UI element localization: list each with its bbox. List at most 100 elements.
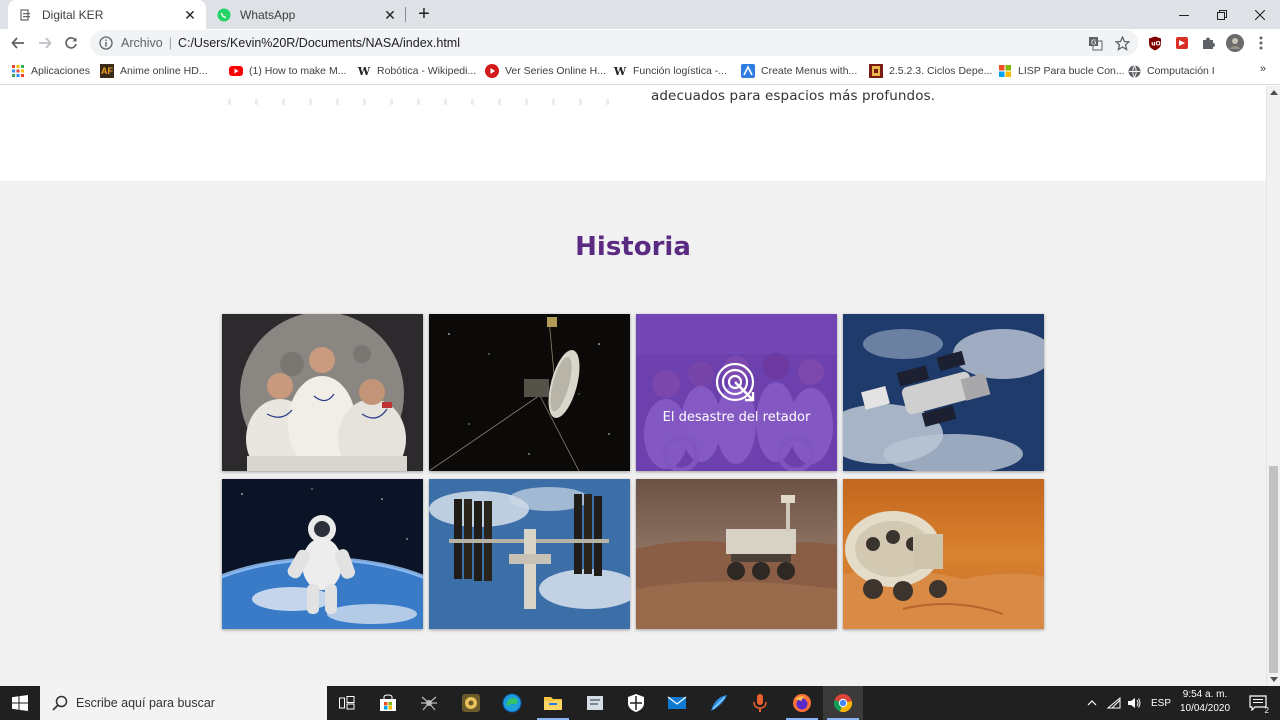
gallery-tile-spacewalk[interactable] xyxy=(222,479,423,629)
close-tab-icon[interactable]: ✕ xyxy=(182,7,198,23)
taskbar-app-game[interactable] xyxy=(451,686,491,720)
history-gallery: El desastre del retador xyxy=(222,314,1044,632)
tab-whatsapp[interactable]: WhatsApp ✕ xyxy=(206,0,406,29)
gallery-tile-hubble[interactable] xyxy=(843,314,1044,471)
youtube-icon xyxy=(229,64,243,78)
apollo-crew-image xyxy=(222,314,423,471)
red-extension-icon[interactable] xyxy=(1174,35,1190,51)
taskbar-file-explorer[interactable] xyxy=(533,686,573,720)
tab-title: WhatsApp xyxy=(240,7,296,22)
bookmark-youtube[interactable]: (1) How to make M... xyxy=(229,62,346,80)
tile-caption: El desastre del retador xyxy=(662,410,811,425)
taskbar-clock[interactable]: 9:54 a. m. 10/04/2020 xyxy=(1174,688,1236,716)
space-station-image xyxy=(429,479,630,629)
taskbar-defender[interactable] xyxy=(616,686,656,720)
gallery-tile-voyager[interactable] xyxy=(429,314,630,471)
about-paragraph-text: adecuados para espacios más profundos. xyxy=(651,88,936,104)
minimize-button[interactable] xyxy=(1165,0,1203,29)
gallery-tile-space-station[interactable] xyxy=(429,479,630,629)
page-scrollbar[interactable] xyxy=(1266,86,1280,686)
tab-title: Digital KER xyxy=(42,7,104,22)
extensions-puzzle-icon[interactable] xyxy=(1200,35,1216,51)
address-bar[interactable]: Archivo | C:/Users/Kevin%20R/Documents/N… xyxy=(90,30,1138,56)
globe-icon xyxy=(1127,64,1141,78)
url-scheme-label: Archivo xyxy=(121,36,163,50)
taskbar-edge[interactable] xyxy=(492,686,532,720)
taskbar-app-blue[interactable] xyxy=(699,686,739,720)
section-title-historia: Historia xyxy=(575,232,691,262)
gallery-tile-apollo-crew[interactable] xyxy=(222,314,423,471)
document-icon xyxy=(18,7,34,23)
reload-button[interactable] xyxy=(61,33,81,53)
anime-icon: AF xyxy=(100,64,114,78)
scroll-down-arrow-icon[interactable] xyxy=(1270,677,1278,682)
tab-separator xyxy=(405,7,406,22)
bookmark-aplicaciones[interactable]: Aplicaciones xyxy=(11,62,90,80)
windows-start-icon xyxy=(12,695,28,711)
menu-kebab-icon[interactable] xyxy=(1253,35,1269,51)
windows-taskbar: Escribe aquí para buscar ESP 9:54 a. m. … xyxy=(0,686,1280,720)
forward-button[interactable] xyxy=(35,33,55,53)
bookmark-label: Robótica - Wikipedi... xyxy=(377,65,477,77)
clock-date: 10/04/2020 xyxy=(1179,703,1231,714)
info-icon[interactable] xyxy=(99,36,113,50)
bookmark-ciclos[interactable]: 2.5.2.3. Ciclos Depe... xyxy=(869,62,992,80)
spider-icon xyxy=(421,696,437,711)
bookmark-label: Anime online HD... xyxy=(120,65,208,77)
taskbar-chrome[interactable] xyxy=(823,686,863,720)
gallery-tile-challenger[interactable]: El desastre del retador xyxy=(636,314,837,471)
bookmark-star-icon[interactable] xyxy=(1114,35,1130,51)
gallery-tile-mars-rover[interactable] xyxy=(636,479,837,629)
whatsapp-icon xyxy=(216,7,232,23)
close-tab-icon[interactable]: ✕ xyxy=(382,7,398,23)
volume-icon[interactable] xyxy=(1127,697,1141,709)
game-icon xyxy=(462,694,480,712)
language-indicator[interactable]: ESP xyxy=(1151,698,1171,709)
translate-icon[interactable]: G xyxy=(1087,35,1103,51)
taskbar-search-box[interactable]: Escribe aquí para buscar xyxy=(40,686,327,720)
tab-digital-ker[interactable]: Digital KER ✕ xyxy=(8,0,206,29)
bookmark-series[interactable]: Ver Series Online H... xyxy=(485,62,606,80)
url-text[interactable]: C:/Users/Kevin%20R/Documents/NASA/index.… xyxy=(178,36,460,50)
bookmark-lisp[interactable]: LISP Para bucle Con... xyxy=(998,62,1125,80)
bookmark-anime[interactable]: AF Anime online HD... xyxy=(100,62,208,80)
microphone-icon xyxy=(753,694,767,712)
scroll-up-arrow-icon[interactable] xyxy=(1270,90,1278,95)
notifications-button[interactable]: 2 xyxy=(1243,686,1273,720)
back-button[interactable] xyxy=(8,33,28,53)
clock-time: 9:54 a. m. xyxy=(1182,689,1228,700)
taskbar-app-microphone[interactable] xyxy=(740,686,780,720)
taskbar-mail[interactable] xyxy=(657,686,697,720)
restore-button[interactable] xyxy=(1203,0,1241,29)
chevron-up-icon[interactable] xyxy=(1087,698,1097,708)
close-window-button[interactable] xyxy=(1241,0,1279,29)
taskbar-app-spider[interactable] xyxy=(409,686,449,720)
hover-overlay[interactable]: El desastre del retador xyxy=(636,314,837,471)
taskbar-app-notes[interactable] xyxy=(575,686,615,720)
network-icon[interactable] xyxy=(1107,697,1121,709)
task-view-button[interactable] xyxy=(327,686,367,720)
profile-avatar[interactable] xyxy=(1226,34,1244,52)
tab-strip: Digital KER ✕ WhatsApp ✕ + xyxy=(0,0,1280,29)
more-bookmarks-chevron-icon[interactable]: » xyxy=(1260,63,1266,75)
bookmark-funcion-logistica[interactable]: W Función logística -... xyxy=(613,62,727,80)
new-tab-button[interactable]: + xyxy=(414,4,434,25)
gallery-tile-mars-vehicle[interactable] xyxy=(843,479,1044,629)
start-button[interactable] xyxy=(0,686,40,720)
ublock-icon[interactable]: uO xyxy=(1147,35,1163,51)
bookmark-computacion[interactable]: Computación I xyxy=(1127,62,1215,80)
scrollbar-thumb[interactable] xyxy=(1269,466,1278,673)
bookmark-robotica[interactable]: W Robótica - Wikipedi... xyxy=(357,62,476,80)
bookmark-create-menus[interactable]: Create Menus with... xyxy=(741,62,857,80)
system-tray: ESP xyxy=(1087,686,1171,720)
hubble-telescope-image xyxy=(843,314,1044,471)
taskbar-firefox[interactable] xyxy=(782,686,822,720)
mail-icon xyxy=(667,696,687,709)
url-divider: | xyxy=(168,36,172,50)
chrome-icon xyxy=(833,694,853,713)
mars-vehicle-image xyxy=(843,479,1044,629)
page-viewport: adecuados para espacios más profundos. H… xyxy=(0,86,1266,686)
wikipedia-icon: W xyxy=(357,64,371,78)
target-cursor-icon xyxy=(715,362,754,402)
taskbar-store[interactable] xyxy=(368,686,408,720)
